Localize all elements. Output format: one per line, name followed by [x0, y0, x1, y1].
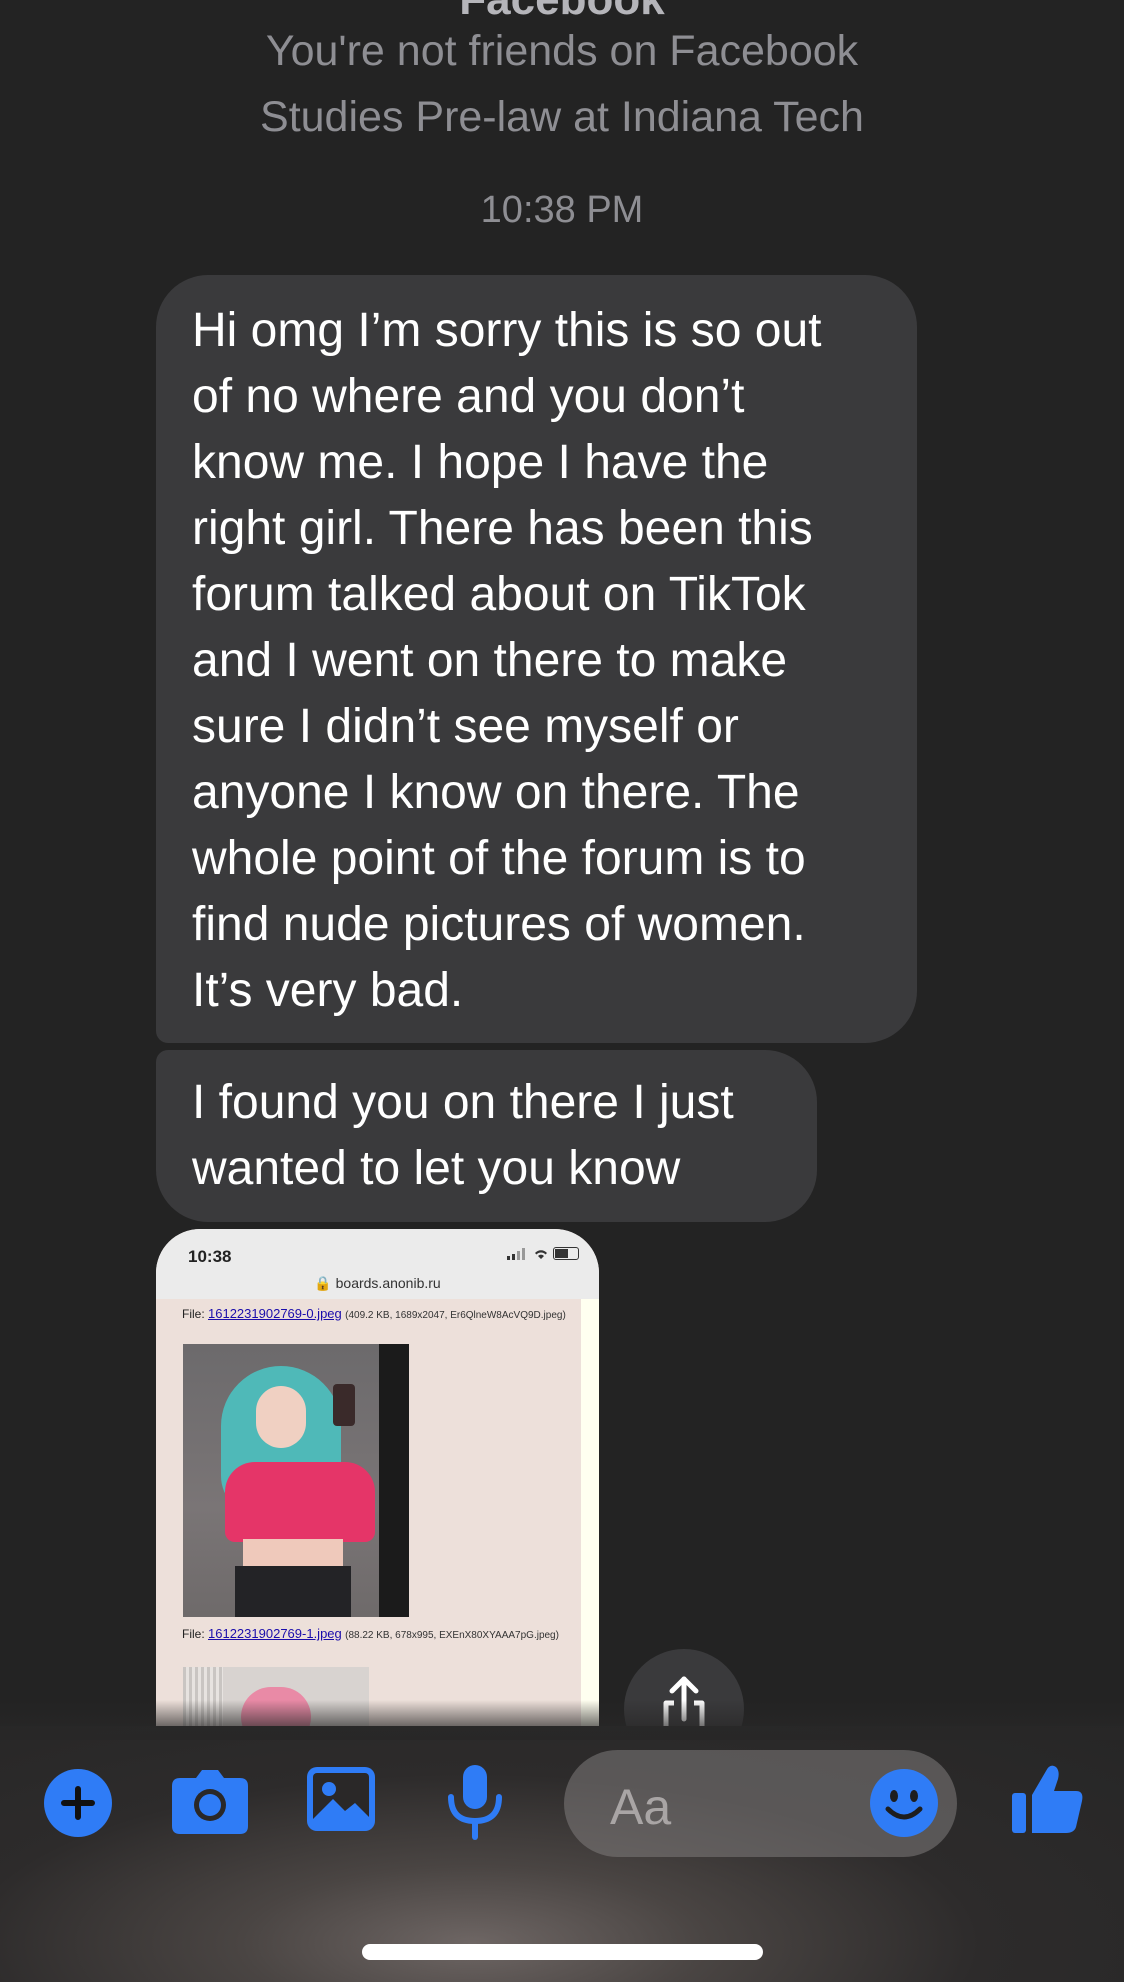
file-link: 1612231902769-0.jpeg — [208, 1306, 342, 1321]
composer-fade — [0, 1700, 1124, 1740]
file-meta: (409.2 KB, 1689x2047, Er6QlneW8AcVQ9D.jp… — [345, 1310, 566, 1321]
file-link: 1612231902769-1.jpeg — [208, 1626, 342, 1641]
emoji-icon — [885, 1790, 923, 1820]
emoji-button[interactable] — [870, 1769, 938, 1837]
attachment-url: 🔒 boards.anonib.ru — [314, 1275, 441, 1291]
message-line: know me. I hope I have the — [192, 436, 769, 489]
plus-icon — [61, 1786, 95, 1820]
attachment-file-info: File: 1612231902769-1.jpeg (88.22 KB, 67… — [182, 1625, 572, 1644]
add-button[interactable] — [44, 1769, 112, 1837]
contact-source: Facebook — [0, 0, 1124, 22]
message-line: of no where and you don’t — [192, 370, 745, 423]
home-indicator[interactable] — [362, 1944, 763, 1960]
message-thread[interactable]: Facebook You're not friends on Facebook … — [0, 0, 1124, 1726]
wifi-icon — [535, 1249, 547, 1259]
message-bubble[interactable]: I found you on there I just wanted to le… — [156, 1050, 817, 1222]
attachment-file-info: File: 1612231902769-0.jpeg (409.2 KB, 16… — [182, 1305, 572, 1324]
image-attachment[interactable]: 10:38 🔒 boards.anonib.ru File: 161223190… — [156, 1229, 599, 1726]
microphone-icon — [448, 1765, 502, 1840]
message-line: forum talked about on TikTok — [192, 568, 806, 621]
message-line: sure I didn’t see myself or — [192, 700, 739, 753]
message-timestamp: 10:38 PM — [480, 189, 644, 231]
file-meta: (88.22 KB, 678x995, EXEnX80XYAAA7pG.jpeg… — [345, 1630, 559, 1641]
attachment-status-time: 10:38 — [188, 1247, 232, 1266]
message-input-placeholder: Aa — [610, 1779, 672, 1835]
message-line: right girl. There has been this — [192, 502, 813, 555]
gallery-button[interactable] — [306, 1766, 376, 1832]
file-prefix: File: — [182, 1307, 209, 1321]
message-line: whole point of the forum is to — [192, 832, 806, 885]
attachment-page-margin — [583, 1299, 599, 1726]
message-line: Hi omg I’m sorry this is so out — [192, 304, 822, 357]
camera-icon — [172, 1770, 248, 1834]
attachment-url-text: boards.anonib.ru — [335, 1275, 441, 1291]
battery-icon — [553, 1247, 579, 1260]
thumbs-up-icon — [1012, 1765, 1083, 1833]
attachment-status-bar: 10:38 🔒 boards.anonib.ru — [156, 1229, 599, 1299]
contact-studies: Studies Pre-law at Indiana Tech — [260, 93, 864, 141]
like-button[interactable] — [1012, 1763, 1084, 1835]
attachment-page-rule — [581, 1299, 583, 1726]
attachment-status-icons — [507, 1247, 579, 1260]
message-line: anyone I know on there. The — [192, 766, 800, 819]
message-line: It’s very bad. — [192, 964, 464, 1017]
signal-icon — [507, 1247, 525, 1260]
message-line: I found you on there I just — [192, 1076, 734, 1129]
message-line: wanted to let you know — [192, 1142, 681, 1195]
camera-button[interactable] — [172, 1768, 248, 1836]
message-bubble[interactable]: Hi omg I’m sorry this is so out of no wh… — [156, 275, 917, 1043]
file-prefix: File: — [182, 1627, 209, 1641]
message-line: find nude pictures of women. — [192, 898, 806, 951]
gallery-icon — [307, 1767, 375, 1831]
attachment-photo — [183, 1344, 409, 1617]
friend-status: You're not friends on Facebook — [265, 27, 859, 75]
microphone-button[interactable] — [446, 1765, 504, 1840]
message-line: and I went on there to make — [192, 634, 788, 687]
